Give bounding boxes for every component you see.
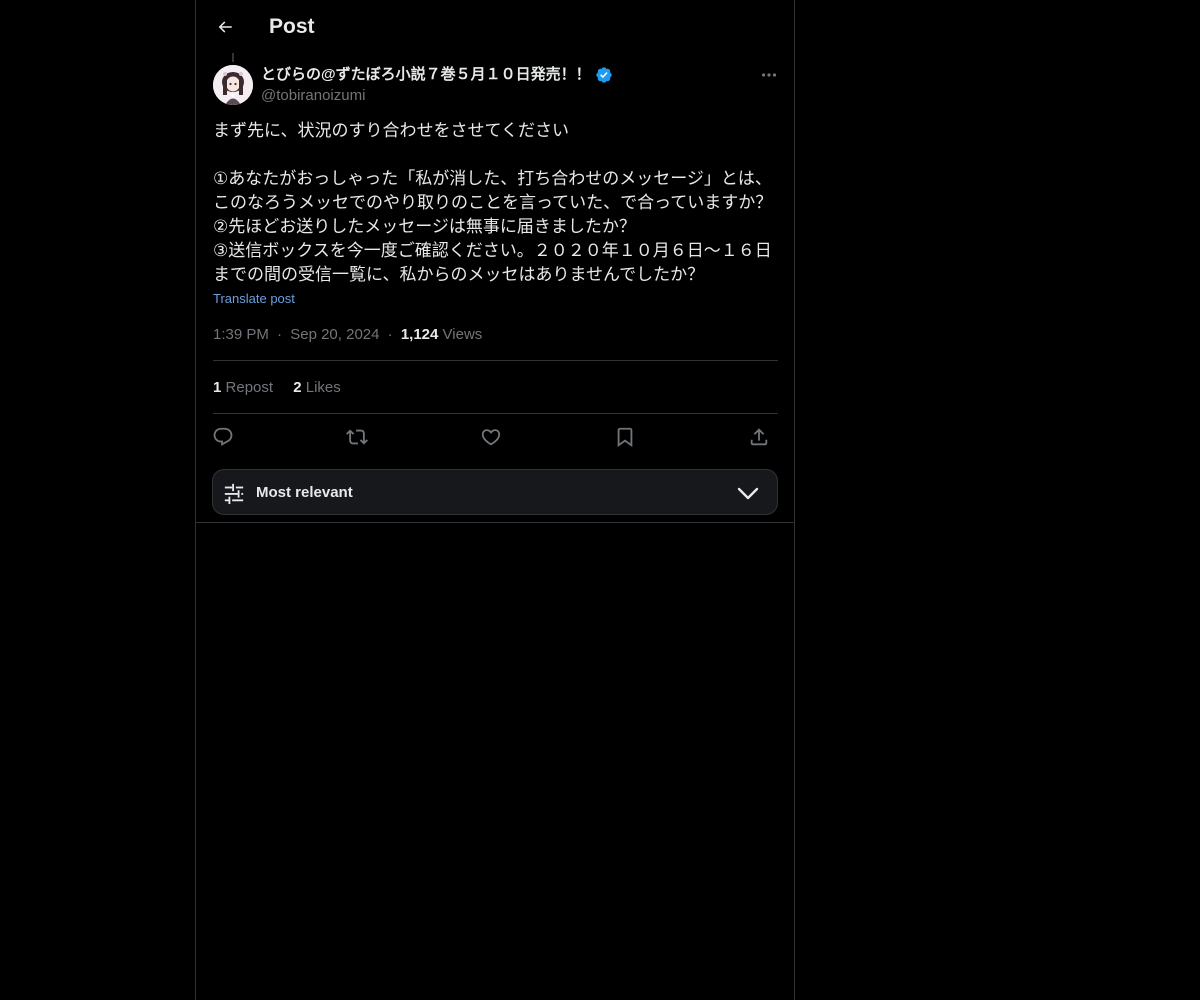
chevron-down-icon xyxy=(737,487,759,500)
reply-icon xyxy=(213,427,233,446)
views-count: 1,124 xyxy=(400,326,439,343)
post-line: まず先に、状況のすり合わせをさせてください xyxy=(213,121,569,141)
page-header: Post xyxy=(196,0,794,53)
post-time: 1:39 PM xyxy=(213,326,269,343)
sort-label: Most relevant xyxy=(256,484,353,501)
page-title: Post xyxy=(269,15,315,38)
avatar-image xyxy=(213,65,253,105)
divider xyxy=(213,360,778,361)
like-button[interactable] xyxy=(478,424,504,450)
reposts-stat[interactable]: 1 Repost xyxy=(213,379,277,396)
author-handle[interactable]: @tobiranoizumi xyxy=(261,86,365,106)
sliders-icon xyxy=(224,483,244,504)
verified-badge-icon xyxy=(595,67,612,83)
bookmark-icon xyxy=(617,427,633,448)
meta-separator: · xyxy=(277,326,283,343)
reply-sort-dropdown[interactable]: Most relevant xyxy=(212,469,778,515)
post-line: までの間の受信一覧に、私からのメッセはありませんでしたか？ xyxy=(213,265,705,285)
engagement-stats: 1 Repost 2 Likes xyxy=(213,378,357,398)
post-text: まず先に、状況のすり合わせをさせてください ①あなたがおっしゃった「私が消した、… xyxy=(213,119,779,287)
post-metadata: 1:39 PM · Sep 20, 2024 · 1,124 Views xyxy=(213,325,482,345)
likes-label: Likes xyxy=(305,379,341,396)
more-options-button[interactable] xyxy=(754,64,784,86)
share-button[interactable] xyxy=(746,424,772,450)
heart-icon xyxy=(481,429,501,446)
bookmark-button[interactable] xyxy=(612,424,638,450)
reply-button[interactable] xyxy=(210,424,236,450)
post-line: ②先ほどお送りしたメッセージは無事に届きましたか？ xyxy=(213,217,636,237)
thread-connector-line xyxy=(232,53,234,62)
main-column: Post とびらの@ずたぼろ小説７巻５月１０日発売！！ @tobiranoizu… xyxy=(195,0,795,1000)
arrow-left-icon xyxy=(218,21,232,33)
post-line: このなろうメッセでのやり取りのことを言っていた、で合っていますか？ xyxy=(213,193,773,213)
reposts-count: 1 xyxy=(213,379,222,396)
views-label: Views xyxy=(442,326,483,343)
likes-stat[interactable]: 2 Likes xyxy=(293,379,341,396)
repost-button[interactable] xyxy=(344,424,370,450)
translate-post-link[interactable]: Translate post xyxy=(213,290,295,308)
back-button[interactable] xyxy=(210,12,240,42)
post-date: Sep 20, 2024 xyxy=(290,326,380,343)
reposts-label: Repost xyxy=(225,379,274,396)
share-icon xyxy=(750,428,768,446)
meta-separator: · xyxy=(387,326,393,343)
post-time-link[interactable]: 1:39 PM xyxy=(213,326,269,343)
section-divider xyxy=(196,522,794,523)
likes-count: 2 xyxy=(293,379,302,396)
action-bar xyxy=(213,424,778,450)
repost-icon xyxy=(346,429,368,445)
author-name[interactable]: とびらの@ずたぼろ小説７巻５月１０日発売！！ xyxy=(261,65,613,85)
post-date-link[interactable]: Sep 20, 2024 xyxy=(290,326,379,343)
author-display-name: とびらの@ずたぼろ小説７巻５月１０日発売！！ xyxy=(261,66,591,83)
author-avatar[interactable] xyxy=(213,65,253,105)
post-line: ①あなたがおっしゃった「私が消した、打ち合わせのメッセージ」とは、 xyxy=(213,169,772,189)
post-line-break xyxy=(213,143,779,167)
divider xyxy=(213,413,778,414)
more-dots-icon xyxy=(761,73,777,77)
post-line: ③送信ボックスを今一度ご確認ください。２０２０年１０月６日〜１６日 xyxy=(213,241,772,261)
